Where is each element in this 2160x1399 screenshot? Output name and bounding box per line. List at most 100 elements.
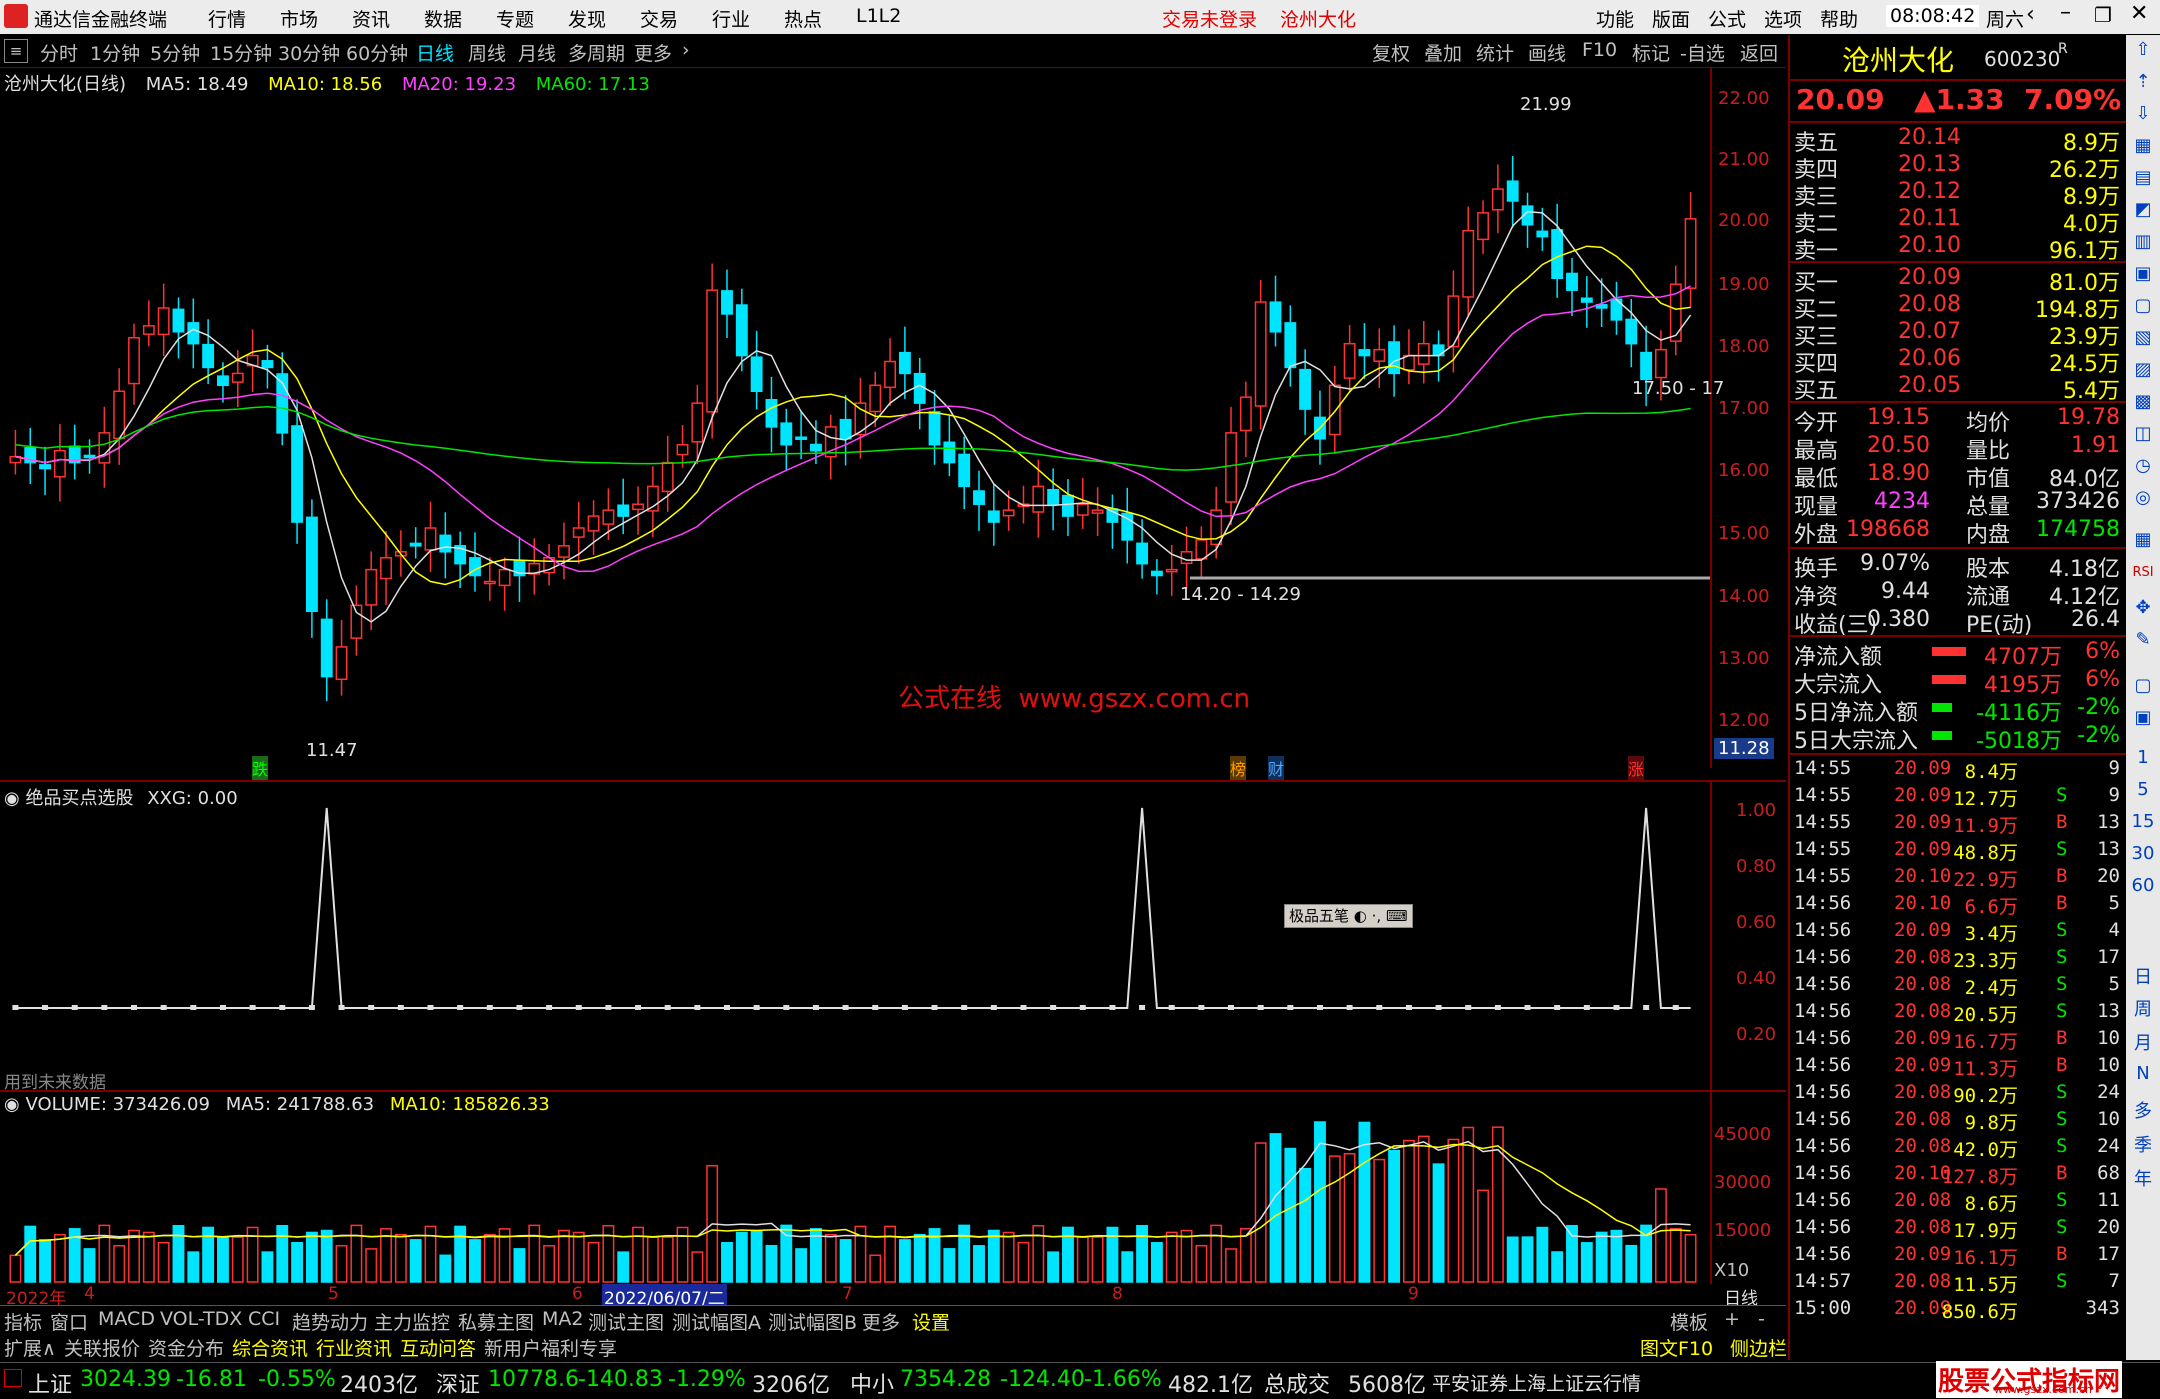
menu-options[interactable]: 选项 xyxy=(1764,5,1802,32)
status-icon[interactable] xyxy=(4,1369,22,1387)
menu-hot[interactable]: 热点 xyxy=(784,5,822,32)
tab-main-monitor[interactable]: 主力监控 xyxy=(374,1308,450,1335)
close-icon[interactable]: ✕ xyxy=(2130,1,2148,26)
tool-favorite[interactable]: -自选 xyxy=(1680,39,1725,66)
menu-discover[interactable]: 发现 xyxy=(568,5,606,32)
period-tab-15min[interactable]: 15分钟 xyxy=(210,39,272,66)
tool-adjust[interactable]: 复权 xyxy=(1372,39,1410,66)
sidebar-period-day[interactable]: 日 xyxy=(2130,963,2156,989)
sidebar-candle-icon[interactable]: ▥ xyxy=(2130,231,2156,252)
menu-trade[interactable]: 交易 xyxy=(640,5,678,32)
ask-row[interactable]: 卖五 20.14 8.9万 xyxy=(1794,125,2120,156)
sidebar-period-n[interactable]: N xyxy=(2130,1063,2156,1084)
sidebar-period-5[interactable]: 5 xyxy=(2130,779,2156,800)
menu-l1l2[interactable]: L1L2 xyxy=(856,5,901,27)
tool-back[interactable]: 返回 xyxy=(1740,39,1778,66)
minimize-icon[interactable]: – xyxy=(2060,0,2071,25)
tab-cci[interactable]: CCI xyxy=(248,1308,280,1330)
tab-test-main[interactable]: 测试主图 xyxy=(588,1308,664,1335)
sidebar-period-season[interactable]: 季 xyxy=(2130,1131,2156,1157)
signal-chart[interactable] xyxy=(0,782,1710,1090)
sidebar-period-1[interactable]: 1 xyxy=(2130,747,2156,768)
menu-market[interactable]: 市场 xyxy=(280,5,318,32)
sidebar-f2-icon[interactable]: ▩ xyxy=(2130,391,2156,412)
tab-more[interactable]: 更多 xyxy=(862,1308,900,1335)
sidebar-box-icon[interactable]: ▣ xyxy=(2130,707,2156,728)
collapse-icon[interactable]: ≡ xyxy=(4,39,28,63)
ask-row[interactable]: 卖二 20.11 4.0万 xyxy=(1794,206,2120,237)
bid-row[interactable]: 买一 20.09 81.0万 xyxy=(1794,265,2120,296)
bid-row[interactable]: 买五 20.05 5.4万 xyxy=(1794,373,2120,404)
menu-topics[interactable]: 专题 xyxy=(496,5,534,32)
menu-industry[interactable]: 行业 xyxy=(712,5,750,32)
period-tab-weekly[interactable]: 周线 xyxy=(468,39,506,66)
tab-related-quotes[interactable]: 关联报价 xyxy=(64,1334,140,1361)
tab-template[interactable]: 模板 xyxy=(1670,1308,1708,1335)
period-tab-30min[interactable]: 30分钟 xyxy=(278,39,340,66)
sidebar-clock-icon[interactable]: ◷ xyxy=(2130,455,2156,476)
menu-market-quotes[interactable]: 行情 xyxy=(208,5,246,32)
tab-add[interactable]: + xyxy=(1724,1308,1740,1330)
tab-general-news[interactable]: 综合资讯 xyxy=(232,1334,308,1361)
sidebar-period-60[interactable]: 60 xyxy=(2130,875,2156,896)
ime-toolbar[interactable]: 极品五笔 ◐ ·, ⌨ xyxy=(1284,904,1413,928)
tab-indicator[interactable]: 指标 xyxy=(4,1308,42,1335)
ask-row[interactable]: 卖四 20.13 26.2万 xyxy=(1794,152,2120,183)
sidebar-rsi-icon[interactable]: RSI xyxy=(2130,565,2156,580)
sidebar-list-icon[interactable]: ▣ xyxy=(2130,263,2156,284)
back-icon[interactable]: ‹ xyxy=(2026,2,2035,27)
period-tab-1min[interactable]: 1分钟 xyxy=(90,39,140,66)
tab-remove[interactable]: - xyxy=(1758,1308,1765,1330)
chevron-right-icon[interactable]: › xyxy=(682,39,690,61)
restore-icon[interactable]: ❐ xyxy=(2094,3,2112,27)
tool-overlay[interactable]: 叠加 xyxy=(1424,39,1462,66)
tab-test-sub-b[interactable]: 测试幅图B xyxy=(768,1308,857,1335)
candlestick-chart[interactable] xyxy=(0,68,1710,780)
sidebar-move-icon[interactable]: ✥ xyxy=(2130,597,2156,618)
tab-extend[interactable]: 扩展∧ xyxy=(4,1334,56,1361)
tab-test-sub-a[interactable]: 测试幅图A xyxy=(672,1308,761,1335)
menu-data[interactable]: 数据 xyxy=(424,5,462,32)
tool-draw[interactable]: 画线 xyxy=(1528,39,1566,66)
sidebar-grid-icon[interactable]: ▦ xyxy=(2130,135,2156,156)
tab-vol-tdx[interactable]: VOL-TDX xyxy=(160,1308,242,1330)
tab-trend-power[interactable]: 趋势动力 xyxy=(292,1308,368,1335)
menu-help[interactable]: 帮助 xyxy=(1820,5,1858,32)
tool-f10[interactable]: F10 xyxy=(1582,39,1617,61)
volume-chart[interactable] xyxy=(0,1092,1710,1284)
period-tab-daily[interactable]: 日线 xyxy=(416,39,454,66)
tab-macd[interactable]: MACD xyxy=(98,1308,155,1330)
menu-formula[interactable]: 公式 xyxy=(1708,5,1746,32)
sidebar-fs-icon[interactable]: ▢ xyxy=(2130,675,2156,696)
sidebar-period-multi[interactable]: 多 xyxy=(2130,1097,2156,1123)
sidebar-period-week[interactable]: 周 xyxy=(2130,995,2156,1021)
period-tab-60min[interactable]: 60分钟 xyxy=(346,39,408,66)
tab-private-main[interactable]: 私募主图 xyxy=(458,1308,534,1335)
bid-row[interactable]: 买二 20.08 194.8万 xyxy=(1794,292,2120,323)
ime-moon-icon[interactable]: ◐ ·, xyxy=(1354,907,1381,925)
tab-window[interactable]: 窗口 xyxy=(50,1308,88,1335)
menu-news[interactable]: 资讯 xyxy=(352,5,390,32)
bid-row[interactable]: 买四 20.06 24.5万 xyxy=(1794,346,2120,377)
tool-stats[interactable]: 统计 xyxy=(1476,39,1514,66)
ask-row[interactable]: 卖一 20.10 96.1万 xyxy=(1794,233,2120,264)
tab-fund-distribution[interactable]: 资金分布 xyxy=(148,1334,224,1361)
tab-settings[interactable]: 设置 xyxy=(912,1308,950,1335)
tab-new-user-benefits[interactable]: 新用户福利专享 xyxy=(484,1334,617,1361)
tool-mark[interactable]: 标记 xyxy=(1632,39,1670,66)
sidebar-table-icon[interactable]: ▤ xyxy=(2130,167,2156,188)
bid-row[interactable]: 买三 20.07 23.9万 xyxy=(1794,319,2120,350)
sidebar-globe-icon[interactable]: ◎ xyxy=(2130,487,2156,508)
ime-keyboard-icon[interactable]: ⌨ xyxy=(1386,907,1408,925)
sidebar-pen-icon[interactable]: ✎ xyxy=(2130,629,2156,650)
menu-layout[interactable]: 版面 xyxy=(1652,5,1690,32)
tab-qa[interactable]: 互动问答 xyxy=(400,1334,476,1361)
period-tab-multi[interactable]: 多周期 xyxy=(568,39,625,66)
period-tab-intraday[interactable]: 分时 xyxy=(40,39,78,66)
menu-function[interactable]: 功能 xyxy=(1596,5,1634,32)
tab-industry-news[interactable]: 行业资讯 xyxy=(316,1334,392,1361)
tab-f10-text[interactable]: 图文F10 xyxy=(1640,1334,1713,1361)
sidebar-book-icon[interactable]: ▧ xyxy=(2130,327,2156,348)
sidebar-chart-icon[interactable]: ◩ xyxy=(2130,199,2156,220)
sidebar-news-icon[interactable]: ◫ xyxy=(2130,423,2156,444)
